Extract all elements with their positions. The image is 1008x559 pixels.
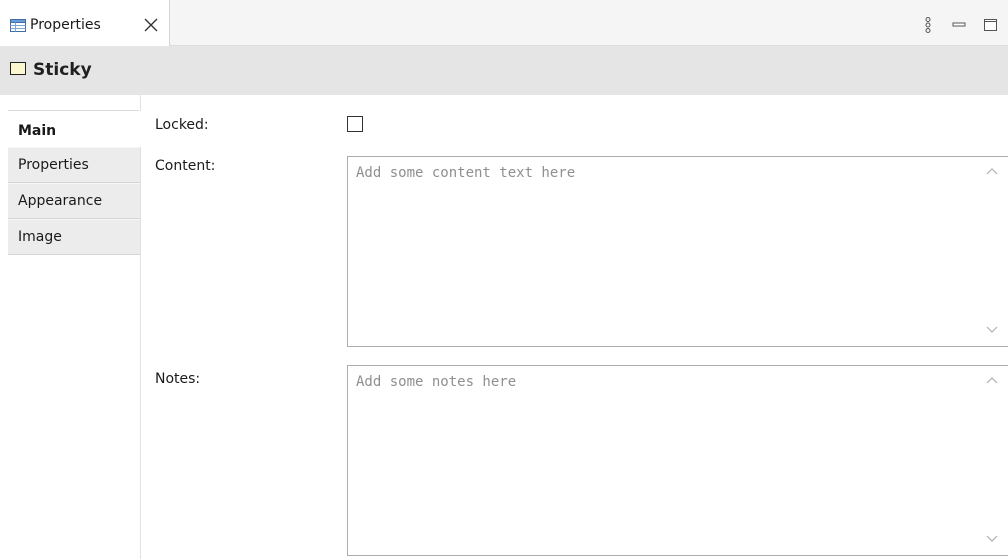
scroll-down-icon[interactable]	[985, 324, 999, 334]
view-tab-label: Properties	[30, 17, 101, 33]
tab-image-label: Image	[18, 229, 62, 245]
content-label: Content:	[155, 158, 216, 174]
maximize-icon[interactable]	[982, 16, 1000, 34]
tab-image[interactable]: Image	[8, 219, 140, 255]
page-title: Sticky	[33, 60, 92, 80]
scroll-down-icon[interactable]	[985, 533, 999, 543]
content-textarea-container	[347, 156, 1008, 347]
tab-properties[interactable]: Properties	[8, 147, 140, 183]
tab-appearance-label: Appearance	[18, 193, 103, 209]
close-icon[interactable]	[142, 16, 160, 34]
locked-label: Locked:	[155, 117, 209, 133]
minimize-icon[interactable]	[950, 16, 968, 34]
view-menu-icon[interactable]	[919, 16, 937, 34]
properties-table-icon	[10, 19, 26, 32]
tab-main-label: Main	[18, 123, 57, 139]
tab-main[interactable]: Main	[8, 111, 141, 147]
scroll-up-icon[interactable]	[985, 376, 999, 386]
notes-label: Notes:	[155, 371, 201, 387]
properties-view-tab[interactable]: Properties	[0, 0, 170, 46]
view-tab-bar: Properties	[0, 0, 1008, 46]
content-textarea[interactable]	[348, 157, 988, 346]
tab-properties-label: Properties	[18, 157, 89, 173]
scroll-up-icon[interactable]	[985, 167, 999, 177]
locked-checkbox[interactable]	[347, 116, 363, 132]
tab-appearance[interactable]: Appearance	[8, 183, 140, 219]
notes-textarea-container	[347, 365, 1008, 556]
section-tab-list: Main Properties Appearance Image	[0, 95, 141, 559]
properties-header: Sticky	[0, 46, 1008, 95]
notes-textarea[interactable]	[348, 366, 988, 555]
sticky-note-icon	[10, 62, 26, 75]
